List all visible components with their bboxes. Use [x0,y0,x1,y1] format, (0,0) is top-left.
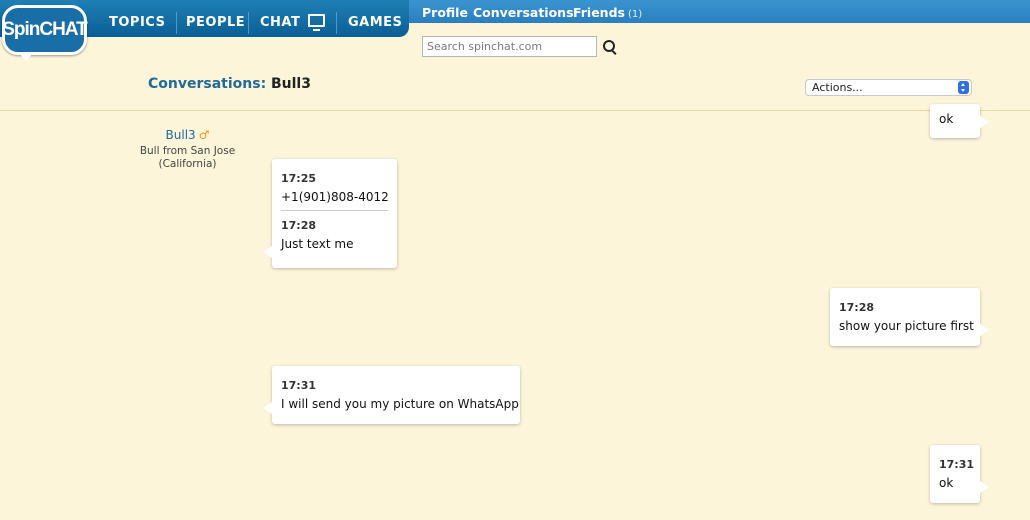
contact-location: Bull from San Jose (California) [120,145,255,171]
message-text: I will send you my picture on WhatsApp [281,397,519,411]
message-text: Just text me [281,237,354,251]
message-text: ok [939,112,954,126]
message-bubble: 17:31 ok [930,445,989,503]
actions-dropdown-label: Actions... [812,81,863,94]
nav-chat[interactable]: CHAT [260,0,326,37]
message-text: ok [939,476,954,490]
male-symbol-icon: ♂ [198,128,210,142]
message-time: 17:28 [281,219,317,232]
nav-chat-label: CHAT [260,15,301,30]
contact-location-line1: Bull from San Jose [139,145,236,157]
nav-separator [248,12,249,34]
nav-topics[interactable]: TOPICS [109,0,165,37]
contact-name-link[interactable]: Bull3 [166,128,196,142]
message-time: 17:31 [281,379,317,392]
contact-info: Bull3 ♂ Bull from San Jose (California) [120,124,255,171]
friends-link[interactable]: Friends (1) [573,0,642,27]
message-text: +1(901)808-4012 [281,190,389,204]
contact-location-line2: (California) [158,158,217,170]
message-text: show your picture first [839,319,974,333]
message-time: 17:25 [281,172,317,185]
nav-games[interactable]: GAMES [348,0,402,37]
conversation-header: Conversations: Bull3 Actions... [0,60,1030,111]
friends-label: Friends [573,5,625,20]
sub-nav: Profile Conversations Friends (1) [409,0,1030,23]
message-time: 17:28 [839,301,875,314]
friends-count: (1) [627,9,643,20]
nav-people[interactable]: PEOPLE [186,0,245,37]
search-input[interactable] [422,36,597,57]
spinchat-logo[interactable]: SpinCHAT [2,5,88,61]
profile-link[interactable]: Profile [422,0,468,25]
conversation-contact-name: Bull3 [271,76,311,92]
message-bubble: ok [930,104,989,138]
message-divider [281,210,388,211]
nav-separator [336,12,337,34]
message-time: 17:31 [939,458,975,471]
monitor-icon [308,14,326,31]
nav-separator [176,12,177,34]
conversations-title: Conversations: [148,76,267,92]
conversations-link[interactable]: Conversations [473,0,574,25]
actions-dropdown[interactable]: Actions... [805,79,972,96]
message-bubble: 17:25 +1(901)808-4012 17:28 Just text me [263,159,397,268]
message-bubble: 17:31 I will send you my picture on What… [263,366,520,424]
search-icon[interactable] [603,40,615,52]
select-arrows-icon [958,81,969,94]
message-bubble: 17:28 show your picture first [830,288,989,346]
